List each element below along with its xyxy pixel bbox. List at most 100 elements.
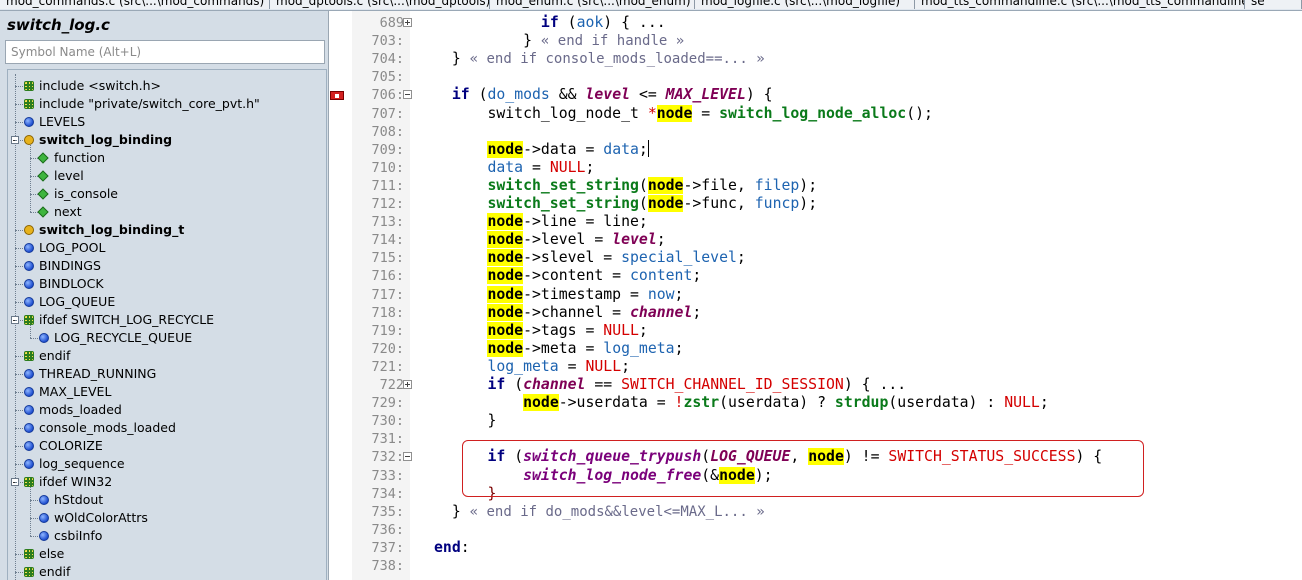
symbol-item[interactable]: console_mods_loaded — [8, 419, 324, 437]
symbol-item[interactable]: csbiInfo — [8, 527, 324, 545]
symbol-item[interactable]: endif — [8, 563, 324, 580]
fold-expand-icon[interactable] — [403, 18, 412, 27]
line-number: 708: — [371, 123, 404, 140]
code-line: node->line = line; — [434, 213, 648, 231]
symbol-item-label: include <switch.h> — [39, 78, 162, 93]
dot-icon — [24, 117, 34, 127]
line-number: 733: — [371, 467, 404, 484]
tab-bar: mod_commands.c (src\...\mod_commands) mod… — [0, 0, 1302, 11]
code-token: ( — [469, 86, 488, 104]
code-token: ; — [674, 339, 684, 357]
file-tab[interactable]: mod_commands.c (src\...\mod_commands) — [0, 0, 270, 9]
highlighted-token: node — [487, 267, 524, 285]
symbol-item[interactable]: switch_log_binding — [8, 131, 324, 149]
code-token: switch_log_node_t — [434, 104, 648, 122]
line-number: 705: — [371, 69, 404, 86]
code-line: switch_set_string(node->file, filep); — [434, 176, 817, 195]
symbol-item[interactable]: BINDINGS — [8, 257, 324, 275]
fold-collapse-icon[interactable] — [403, 90, 412, 100]
symbol-item[interactable]: LOG_QUEUE — [8, 293, 324, 311]
code-line: node->meta = log_meta; — [434, 339, 684, 358]
symbol-item[interactable]: is_console — [8, 185, 324, 203]
symbol-search-input[interactable] — [5, 40, 325, 64]
code-token: switch_log_node_alloc — [719, 104, 907, 122]
code-line: node->channel = channel; — [434, 303, 701, 322]
code-token: « end if handle » — [540, 33, 685, 50]
bookmark-gutter[interactable] — [329, 11, 351, 580]
symbol-item-label: LOG_POOL — [39, 240, 106, 255]
tree-connector — [30, 176, 38, 177]
symbol-item-label: wOldColorAttrs — [54, 510, 148, 525]
highlighted-token: node — [487, 213, 524, 231]
line-number: 720: — [371, 340, 404, 357]
fold-collapse-icon[interactable] — [403, 452, 412, 462]
file-tab[interactable]: mod_logfile.c (src\...\mod_logfile) — [695, 0, 915, 9]
symbol-item-label: endif — [39, 348, 71, 363]
symbol-item[interactable]: include <switch.h> — [8, 77, 324, 95]
tree-connector — [15, 572, 23, 573]
tree-connector — [15, 104, 23, 105]
file-tab[interactable]: se — [1245, 0, 1302, 9]
symbol-item[interactable]: endif — [8, 347, 324, 365]
symbol-item[interactable]: hStdout — [8, 491, 324, 509]
symbol-item[interactable]: include "private/switch_core_pvt.h" — [8, 95, 324, 113]
dot-icon — [24, 297, 34, 307]
line-number: 713: — [371, 214, 404, 231]
line-number: 735: — [371, 503, 404, 520]
symbol-item[interactable]: wOldColorAttrs — [8, 509, 324, 527]
file-tab[interactable]: mod_dptools.c (src\...\mod_dptools) — [270, 0, 490, 9]
symbol-item[interactable]: THREAD_RUNNING — [8, 365, 324, 383]
symbol-item[interactable]: next — [8, 203, 324, 221]
tree-child-guide-line — [30, 325, 31, 338]
symbol-item[interactable]: ifdef SWITCH_LOG_RECYCLE — [8, 311, 324, 329]
symbol-item[interactable]: function — [8, 149, 324, 167]
symbol-item-label: switch_log_binding — [39, 132, 173, 147]
code-line: node->data = data; — [434, 140, 648, 159]
symbol-item[interactable]: MAX_LEVEL — [8, 383, 324, 401]
code-token: do_mods — [487, 86, 550, 104]
symbol-item[interactable]: BINDLOCK — [8, 275, 324, 293]
code-line: node->slevel = special_level; — [434, 249, 746, 267]
highlighted-token: node — [487, 249, 524, 267]
file-tab[interactable]: mod_tts_commandline.c (src\...\mod_tts_c… — [915, 0, 1245, 9]
line-number: 737: — [371, 539, 404, 556]
line-number: 722 — [379, 377, 404, 393]
symbol-item-label: endif — [39, 564, 71, 579]
file-tab[interactable]: mod_enum.c (src\...\mod_enum) — [490, 0, 695, 9]
code-token: ->tags = — [523, 321, 604, 339]
symbol-item[interactable]: else — [8, 545, 324, 563]
symbol-item-label: ifdef WIN32 — [39, 474, 113, 489]
code-token: } — [434, 32, 541, 50]
symbol-item-label: LOG_RECYCLE_QUEUE — [54, 330, 193, 345]
symbol-item[interactable]: LEVELS — [8, 113, 324, 131]
code-token: ; — [585, 158, 595, 176]
symbol-item[interactable]: mods_loaded — [8, 401, 324, 419]
hash-icon — [24, 315, 34, 325]
symbol-item[interactable]: COLORIZE — [8, 437, 324, 455]
tree-connector — [15, 482, 23, 483]
fold-expand-icon[interactable] — [403, 380, 412, 389]
tree-connector — [15, 86, 23, 87]
symbol-item[interactable]: LOG_RECYCLE_QUEUE — [8, 329, 324, 347]
highlighted-token: node — [647, 176, 684, 194]
member-icon — [37, 152, 49, 164]
hash-icon — [24, 351, 34, 361]
tree-connector — [30, 518, 38, 519]
symbol-item-label: function — [54, 150, 106, 165]
code-line: node->level = level; — [434, 231, 666, 249]
tree-connector — [15, 554, 23, 555]
code-token: end — [434, 538, 461, 556]
symbol-item[interactable]: LOG_POOL — [8, 239, 324, 257]
symbol-item-label: hStdout — [54, 492, 104, 507]
symbol-item[interactable]: log_sequence — [8, 455, 324, 473]
symbol-item[interactable]: ifdef WIN32 — [8, 473, 324, 491]
code-token: ; — [638, 140, 648, 158]
symbol-item[interactable]: level — [8, 167, 324, 185]
symbol-item[interactable]: switch_log_binding_t — [8, 221, 324, 239]
bookmark-marker-icon[interactable] — [330, 91, 344, 100]
